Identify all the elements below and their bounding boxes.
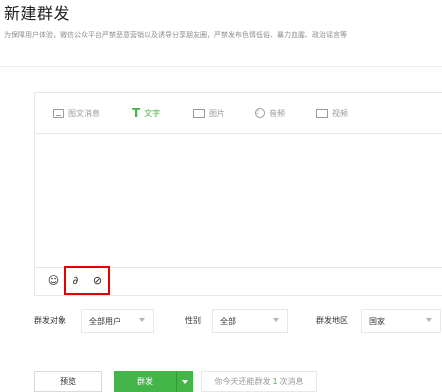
tab-video-label: 视频 [332, 108, 348, 118]
news-icon [53, 108, 64, 118]
tab-news-label: 图文消息 [68, 108, 100, 118]
send-button[interactable]: 群发 [114, 371, 176, 392]
chevron-down-icon [273, 318, 279, 322]
tab-audio[interactable]: ♪ 音频 [255, 106, 285, 120]
send-filters: 群发对象 全部用户 性别 全部 群发地区 国家 [0, 309, 442, 333]
policy-notice: 为保障用户体验，微信公众平台严禁恶意营销以及诱导分享朋友圈，严禁发布色情低俗、暴… [4, 31, 347, 39]
tab-video[interactable]: 视频 [316, 106, 348, 120]
tab-text[interactable]: T 文字 [132, 106, 160, 120]
image-icon [193, 108, 205, 118]
annotation-highlight-box [64, 266, 110, 295]
chevron-down-icon [139, 318, 145, 322]
gender-select[interactable]: 全部 [212, 309, 288, 333]
message-editor: 图文消息 T 文字 图片 ♪ 音频 视频 ☺ ∂ ⊘ [34, 92, 442, 296]
tab-text-label: 文字 [144, 108, 161, 118]
region-label: 群发地区 [316, 316, 348, 325]
region-select[interactable]: 国家 [361, 309, 441, 333]
quota-count: 1 [272, 377, 278, 386]
tab-image[interactable]: 图片 [193, 106, 225, 120]
audio-icon: ♪ [255, 108, 265, 118]
page-title: 新建群发 [4, 4, 71, 23]
tab-audio-label: 音频 [269, 108, 285, 118]
preview-button[interactable]: 预览 [34, 371, 102, 392]
region-value: 国家 [369, 316, 385, 326]
send-options-button[interactable] [176, 371, 193, 392]
gender-value: 全部 [220, 316, 236, 326]
header-divider [0, 66, 442, 67]
tab-image-label: 图片 [209, 108, 225, 118]
target-label: 群发对象 [34, 316, 66, 325]
message-type-tabs: 图文消息 T 文字 图片 ♪ 音频 视频 [35, 93, 442, 134]
chevron-down-icon [181, 379, 188, 384]
video-icon [316, 108, 328, 118]
chevron-down-icon [426, 318, 432, 322]
target-select[interactable]: 全部用户 [81, 309, 154, 333]
emoji-icon[interactable]: ☺ [47, 274, 60, 287]
send-quota-text: 你今天还能群发 1 次消息 [201, 371, 317, 392]
target-value: 全部用户 [89, 316, 121, 326]
action-bar: 预览 群发 你今天还能群发 1 次消息 [0, 371, 442, 392]
tab-news[interactable]: 图文消息 [53, 106, 100, 120]
message-text-area[interactable] [35, 134, 442, 267]
text-T-icon: T [132, 106, 141, 120]
gender-label: 性别 [185, 316, 201, 325]
